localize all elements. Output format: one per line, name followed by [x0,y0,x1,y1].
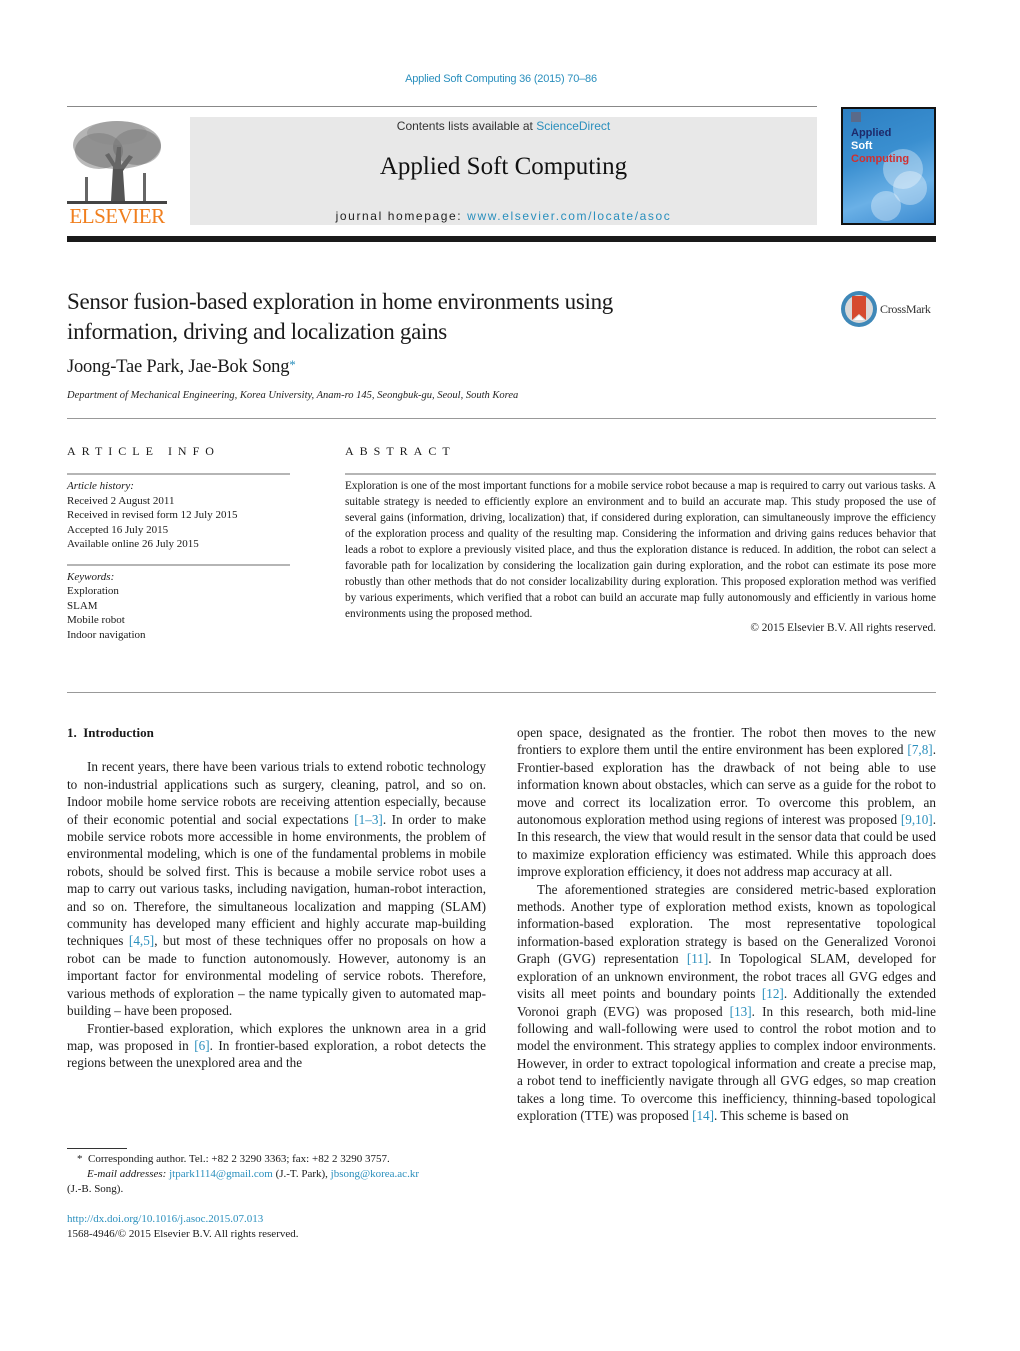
citation-link[interactable]: [13] [730,1004,752,1019]
keyword: Mobile robot [67,614,125,626]
authors: Joong-Tae Park, Jae-Bok Song* [67,357,296,377]
crossmark-label: CrossMark [880,302,931,316]
elsevier-wordmark: ELSEVIER [69,204,165,228]
header-thick-divider [67,236,936,242]
tree-icon [67,121,167,204]
issn-line: 1568-4946/© 2015 Elsevier B.V. All right… [67,1228,299,1240]
body-column-left: 1. Introduction In recent years, there h… [67,724,486,1072]
keywords: Keywords: Exploration SLAM Mobile robot … [67,570,290,643]
paragraph: Frontier-based exploration, which explor… [67,1020,486,1071]
cover-title: Applied Soft Computing [851,127,910,165]
corresponding-author-mark[interactable]: * [289,357,296,372]
abstract: ABSTRACT Exploration is one of the most … [345,444,936,634]
doi-link[interactable]: http://dx.doi.org/10.1016/j.asoc.2015.07… [67,1212,299,1227]
divider [67,473,290,475]
body-column-right: open space, designated as the frontier. … [517,724,936,1124]
citation-link[interactable]: [11] [687,951,708,966]
contents-line: Contents lists available at ScienceDirec… [396,119,611,133]
history-item: Available online 26 July 2015 [67,538,199,550]
article-info: ARTICLE INFO Article history: Received 2… [67,444,290,642]
journal-cover-thumbnail[interactable]: Applied Soft Computing [841,107,936,225]
journal-citation-link[interactable]: Applied Soft Computing 36 (2015) 70–86 [405,73,597,85]
keyword: Exploration [67,585,119,597]
journal-banner: Contents lists available at ScienceDirec… [190,117,817,225]
running-head[interactable]: Applied Soft Computing 36 (2015) 70–86 [0,73,1002,85]
article-info-heading: ARTICLE INFO [67,444,220,458]
divider [345,473,936,475]
paragraph: The aforementioned strategies are consid… [517,881,936,1123]
section-divider [67,418,936,419]
crossmark-button[interactable]: CrossMark [840,290,940,330]
divider [67,563,290,566]
section-heading: 1. Introduction [67,725,154,740]
abstract-text: Exploration is one of the most important… [345,480,936,620]
section-divider [67,692,936,693]
history-item: Received in revised form 12 July 2015 [67,509,238,521]
citation-link[interactable]: [9,10] [901,812,933,827]
affiliation: Department of Mechanical Engineering, Ko… [67,390,519,401]
cover-logo-icon [851,112,861,122]
citation-link[interactable]: [6] [194,1038,209,1053]
history-item: Received 2 August 2011 [67,494,175,507]
paragraph: In recent years, there have been various… [67,759,486,1019]
article-history: Article history: Received 2 August 2011 … [67,479,290,552]
doi-block: http://dx.doi.org/10.1016/j.asoc.2015.07… [67,1212,299,1242]
corresponding-author-note: Corresponding author. Tel.: +82 2 3290 3… [88,1153,390,1165]
keyword: SLAM [67,599,98,612]
citation-link[interactable]: [7,8] [907,742,932,757]
citation-link[interactable]: [12] [762,986,784,1001]
journal-name: Applied Soft Computing [379,153,628,180]
email-link[interactable]: jtpark1114@gmail.com [169,1168,273,1180]
elsevier-logo[interactable]: ELSEVIER [67,117,167,228]
sciencedirect-link[interactable]: ScienceDirect [536,119,610,133]
email-link[interactable]: jbsong@korea.ac.kr [331,1168,419,1180]
citation-link[interactable]: [4,5] [129,933,154,948]
cover-decoration [871,191,901,221]
history-item: Accepted 16 July 2015 [67,523,169,536]
journal-homepage-link[interactable]: www.elsevier.com/locate/asoc [467,209,671,223]
keyword: Indoor navigation [67,628,146,641]
citation-link[interactable]: [14] [692,1108,714,1123]
header-divider [67,106,817,107]
journal-homepage: journal homepage: www.elsevier.com/locat… [335,209,672,223]
footnote: * Corresponding author. Tel.: +82 2 3290… [67,1153,419,1195]
paper-title: Sensor fusion-based exploration in home … [67,289,614,344]
crossmark-icon [841,291,877,327]
footnote-divider [67,1148,127,1149]
abstract-copyright: © 2015 Elsevier B.V. All rights reserved… [750,622,936,634]
paragraph: open space, designated as the frontier. … [517,725,936,880]
abstract-heading: ABSTRACT [345,444,456,458]
citation-link[interactable]: [1–3] [354,812,383,827]
